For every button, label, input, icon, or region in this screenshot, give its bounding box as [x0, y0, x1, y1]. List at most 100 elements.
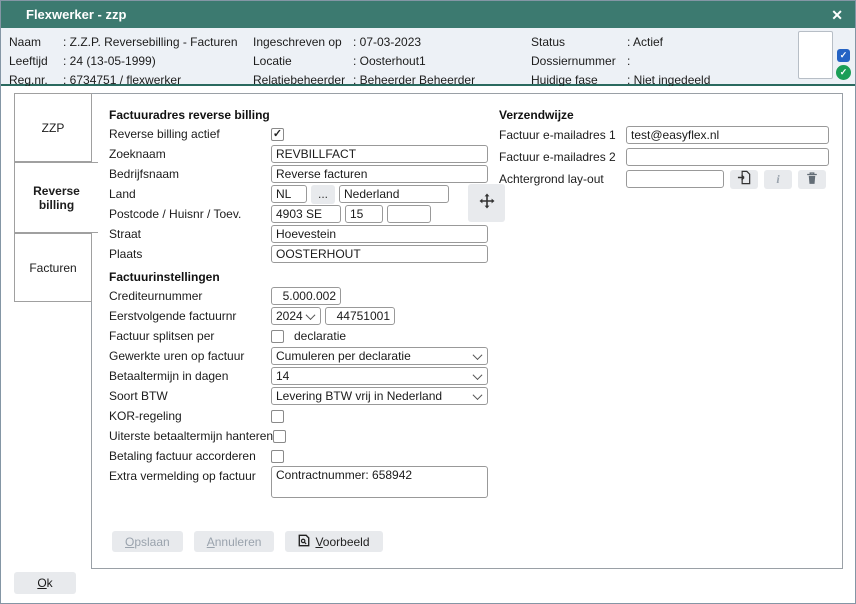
- flexwerker-window: Flexwerker - zzp ✕ Naam : Z.Z.P. Reverse…: [0, 0, 856, 604]
- voorbeeld-accel: V: [315, 535, 322, 549]
- ok-rest: k: [47, 576, 53, 590]
- extra-vermelding-textarea[interactable]: Contractnummer: 658942: [271, 466, 488, 498]
- voorbeeld-rest: oorbeeld: [323, 535, 370, 549]
- land-code-input[interactable]: [271, 185, 307, 203]
- ok-status-icon: ✓: [836, 65, 851, 80]
- land-browse-button[interactable]: ...: [311, 185, 335, 204]
- chevron-down-icon: [473, 390, 483, 400]
- close-icon[interactable]: ✕: [831, 8, 843, 22]
- gewerkte-uren-select[interactable]: Cumuleren per declaratie: [271, 347, 488, 365]
- opslaan-button[interactable]: Opslaan: [112, 531, 183, 552]
- betaaltermijn-select[interactable]: 14: [271, 367, 488, 385]
- header-value: :: [627, 52, 710, 71]
- email2-label: Factuur e-mailadres 2: [499, 150, 626, 164]
- email1-label: Factuur e-mailadres 1: [499, 128, 626, 142]
- opslaan-accel: O: [125, 535, 134, 549]
- voorbeeld-button[interactable]: Voorbeeld: [285, 531, 382, 552]
- form-column-right: Verzendwijze Factuur e-mailadres 1 Factu…: [499, 105, 831, 190]
- main-area: ZZP Reverse billing Facturen Factuuradre…: [1, 86, 855, 601]
- declaratie-option-label: declaratie: [294, 329, 346, 343]
- tab-reverse-billing[interactable]: Reverse billing: [14, 162, 98, 233]
- kor-regeling-label: KOR-regeling: [109, 409, 271, 423]
- photo-placeholder: [798, 31, 833, 79]
- header-value: : Oosterhout1: [353, 52, 475, 71]
- bedrijfsnaam-input[interactable]: [271, 165, 488, 183]
- section-title-verzendwijze: Verzendwijze: [499, 105, 831, 124]
- factuurnr-input[interactable]: [325, 307, 395, 325]
- land-naam-input[interactable]: [339, 185, 449, 203]
- header-column-status: Status : Actief Dossiernummer : Huidige …: [531, 33, 710, 90]
- uiterste-betaaltermijn-checkbox[interactable]: [273, 430, 286, 443]
- land-label: Land: [109, 187, 271, 201]
- header-label: Status: [531, 33, 627, 52]
- betaling-accorderen-checkbox[interactable]: [271, 450, 284, 463]
- email1-input[interactable]: [626, 126, 829, 144]
- ok-accel: O: [37, 576, 46, 590]
- annuleren-accel: A: [207, 535, 215, 549]
- form-column-left: Factuuradres reverse billing Reverse bil…: [109, 105, 507, 498]
- chevron-down-icon: [306, 310, 316, 320]
- header-label: Locatie: [253, 52, 353, 71]
- kor-regeling-checkbox[interactable]: [271, 410, 284, 423]
- header-value: : Actief: [627, 33, 710, 52]
- header-value: : 24 (13-05-1999): [63, 52, 238, 71]
- header-column-registration: Ingeschreven op : 07-03-2023 Locatie : O…: [253, 33, 475, 90]
- crediteurnummer-input[interactable]: [271, 287, 341, 305]
- crediteurnummer-label: Crediteurnummer: [109, 289, 271, 303]
- reverse-billing-panel: Factuuradres reverse billing Reverse bil…: [91, 93, 843, 569]
- soort-btw-select[interactable]: Levering BTW vrij in Nederland: [271, 387, 488, 405]
- trash-icon: [805, 171, 819, 188]
- email2-input[interactable]: [626, 148, 829, 166]
- import-document-icon: [737, 170, 752, 188]
- form-actions: Opslaan Annuleren Voorbeeld: [112, 531, 383, 552]
- plaats-input[interactable]: [271, 245, 488, 263]
- achtergrond-info-button[interactable]: i: [764, 170, 792, 189]
- betaaltermijn-label: Betaaltermijn in dagen: [109, 369, 271, 383]
- factuurnr-jaar-select[interactable]: 2024: [271, 307, 321, 325]
- achtergrond-delete-button[interactable]: [798, 170, 826, 189]
- achtergrond-upload-button[interactable]: [730, 170, 758, 189]
- flexwerker-header: Naam : Z.Z.P. Reversebilling - Facturen …: [1, 28, 855, 86]
- reverse-billing-actief-checkbox[interactable]: ✓: [271, 128, 284, 141]
- chevron-down-icon: [473, 370, 483, 380]
- toevoeging-input[interactable]: [387, 205, 431, 223]
- factuur-splitsen-label: Factuur splitsen per: [109, 329, 271, 343]
- huisnr-input[interactable]: [345, 205, 383, 223]
- move-icon: [479, 193, 495, 214]
- header-column-person: Naam : Z.Z.P. Reversebilling - Facturen …: [9, 33, 238, 90]
- zoeknaam-input[interactable]: [271, 145, 488, 163]
- window-title: Flexwerker - zzp: [26, 7, 831, 22]
- betaaltermijn-value: 14: [276, 369, 289, 383]
- header-value: : Z.Z.P. Reversebilling - Facturen: [63, 33, 238, 52]
- tab-zzp[interactable]: ZZP: [14, 93, 92, 162]
- header-label: Leeftijd: [9, 52, 63, 71]
- header-value: : 07-03-2023: [353, 33, 475, 52]
- uiterste-betaaltermijn-label: Uiterste betaaltermijn hanteren: [109, 429, 273, 443]
- tab-facturen[interactable]: Facturen: [14, 233, 92, 302]
- achtergrond-label: Achtergrond lay-out: [499, 172, 626, 186]
- gewerkte-uren-label: Gewerkte uren op factuur: [109, 349, 271, 363]
- chevron-down-icon: [473, 350, 483, 360]
- preview-document-icon: [298, 534, 310, 550]
- opslaan-rest: pslaan: [134, 535, 169, 549]
- straat-input[interactable]: [271, 225, 488, 243]
- info-icon: i: [776, 172, 779, 187]
- factuurnr-jaar-value: 2024: [276, 309, 303, 323]
- zoeknaam-label: Zoeknaam: [109, 147, 271, 161]
- section-title-factuuradres: Factuuradres reverse billing: [109, 105, 507, 124]
- postcode-input[interactable]: [271, 205, 341, 223]
- factuurnr-label: Eerstvolgende factuurnr: [109, 309, 271, 323]
- extra-vermelding-label: Extra vermelding op factuur: [109, 466, 271, 483]
- soort-btw-label: Soort BTW: [109, 389, 271, 403]
- section-title-factuurinstellingen: Factuurinstellingen: [109, 267, 507, 286]
- straat-label: Straat: [109, 227, 271, 241]
- title-bar: Flexwerker - zzp ✕: [1, 1, 855, 28]
- gewerkte-uren-value: Cumuleren per declaratie: [276, 349, 411, 363]
- checkbox-status-icon[interactable]: ✓: [837, 49, 850, 62]
- ok-button[interactable]: Ok: [14, 572, 76, 594]
- annuleren-button[interactable]: Annuleren: [194, 531, 275, 552]
- achtergrond-input[interactable]: [626, 170, 724, 188]
- declaratie-checkbox[interactable]: [271, 330, 284, 343]
- soort-btw-value: Levering BTW vrij in Nederland: [276, 389, 442, 403]
- plaats-label: Plaats: [109, 247, 271, 261]
